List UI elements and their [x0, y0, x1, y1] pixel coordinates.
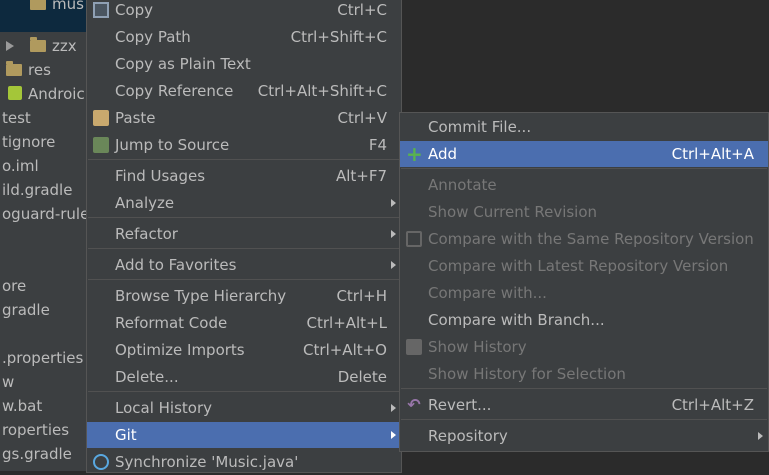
menu-item-browse-type-hierarchy[interactable]: Browse Type Hierarchy Ctrl+H [87, 283, 401, 309]
menu-separator [401, 168, 767, 169]
tree-item-selected-class[interactable] [0, 10, 86, 32]
menu-item-optimize-imports[interactable]: Optimize Imports Ctrl+Alt+O [87, 337, 401, 363]
tree-item-proguard-rules[interactable]: oguard-rules [0, 202, 86, 226]
menu-item-analyze[interactable]: Analyze [87, 190, 401, 216]
tree-item-zzx[interactable]: zzx [0, 34, 86, 58]
tree-item-build-gradle[interactable]: ild.gradle [0, 178, 86, 202]
submenu-arrow-icon [391, 404, 396, 412]
menu-separator [88, 279, 400, 280]
menu-separator [88, 159, 400, 160]
tree-item-gradlew-bat[interactable]: w.bat [0, 394, 86, 418]
add-icon: + [406, 142, 423, 166]
menu-item-reformat-code[interactable]: Reformat Code Ctrl+Alt+L [87, 310, 401, 336]
submenu-arrow-icon [391, 230, 396, 238]
compare-icon [406, 231, 422, 247]
tree-item-iml[interactable]: o.iml [0, 154, 86, 178]
resource-folder-icon [6, 61, 22, 76]
menu-separator [88, 217, 400, 218]
submenu-arrow-icon [391, 431, 396, 439]
menu-item-copy-reference[interactable]: Copy Reference Ctrl+Alt+Shift+C [87, 78, 401, 104]
menu-item-add-to-favorites[interactable]: Add to Favorites [87, 252, 401, 278]
tree-item-gitignore[interactable]: tignore [0, 130, 86, 154]
git-item-compare-latest-repo-version[interactable]: Compare with Latest Repository Version [400, 253, 768, 279]
expand-arrow-icon[interactable] [6, 41, 14, 51]
menu-item-jump-to-source[interactable]: Jump to Source F4 [87, 132, 401, 158]
menu-item-copy-plain-text[interactable]: Copy as Plain Text [87, 51, 401, 77]
git-item-revert[interactable]: ↶ Revert... Ctrl+Alt+Z [400, 392, 768, 418]
tree-item-gradlew[interactable]: w [0, 370, 86, 394]
tree-item-local-properties[interactable]: roperties [0, 418, 86, 442]
menu-item-copy[interactable]: Copy Ctrl+C [87, 0, 401, 23]
menu-separator [401, 419, 767, 420]
tree-item-res[interactable]: res [0, 58, 86, 82]
menu-item-find-usages[interactable]: Find Usages Alt+F7 [87, 163, 401, 189]
copy-icon [93, 2, 109, 18]
menu-item-synchronize[interactable]: Synchronize 'Music.java' [87, 449, 401, 475]
android-icon [8, 86, 22, 100]
git-item-compare-with[interactable]: Compare with... [400, 280, 768, 306]
git-item-annotate[interactable]: Annotate [400, 172, 768, 198]
jump-to-source-icon [93, 137, 109, 153]
tree-item-android-manifest[interactable]: Androic [0, 82, 86, 106]
git-item-show-history[interactable]: Show History [400, 334, 768, 360]
paste-icon [93, 110, 109, 126]
tree-item-test[interactable]: test [0, 106, 86, 130]
revert-icon: ↶ [407, 395, 421, 414]
synchronize-icon [93, 454, 109, 470]
tree-item-gradle[interactable]: gradle [0, 298, 86, 322]
git-item-show-history-selection[interactable]: Show History for Selection [400, 361, 768, 387]
menu-item-copy-path[interactable]: Copy Path Ctrl+Shift+C [87, 24, 401, 50]
menu-item-local-history[interactable]: Local History [87, 395, 401, 421]
menu-item-delete[interactable]: Delete... Delete [87, 364, 401, 390]
menu-separator [88, 248, 400, 249]
git-item-commit-file[interactable]: Commit File... [400, 114, 768, 140]
menu-separator [401, 388, 767, 389]
tree-item-ignore[interactable]: ore [0, 274, 86, 298]
menu-separator [88, 391, 400, 392]
git-item-show-current-revision[interactable]: Show Current Revision [400, 199, 768, 225]
project-tree: mus C zzx res Androic test tignore o.iml… [0, 0, 86, 471]
git-item-compare-with-branch[interactable]: Compare with Branch... [400, 307, 768, 333]
context-menu: Copy Ctrl+C Copy Path Ctrl+Shift+C Copy … [86, 0, 402, 473]
tree-item-settings-gradle[interactable]: gs.gradle [0, 442, 86, 466]
git-item-compare-same-repo-version[interactable]: Compare with the Same Repository Version [400, 226, 768, 252]
menu-item-refactor[interactable]: Refactor [87, 221, 401, 247]
git-item-repository[interactable]: Repository [400, 423, 768, 449]
tree-item-properties[interactable]: .properties [0, 346, 86, 370]
history-icon [406, 339, 422, 355]
submenu-arrow-icon [391, 199, 396, 207]
menu-item-paste[interactable]: Paste Ctrl+V [87, 105, 401, 131]
git-item-add[interactable]: + Add Ctrl+Alt+A [400, 141, 768, 167]
folder-icon [30, 0, 46, 10]
submenu-arrow-icon [391, 261, 396, 269]
folder-icon [30, 37, 46, 52]
submenu-arrow-icon [758, 432, 763, 440]
menu-item-git[interactable]: Git [87, 422, 401, 448]
git-submenu: Commit File... + Add Ctrl+Alt+A Annotate… [399, 112, 769, 452]
